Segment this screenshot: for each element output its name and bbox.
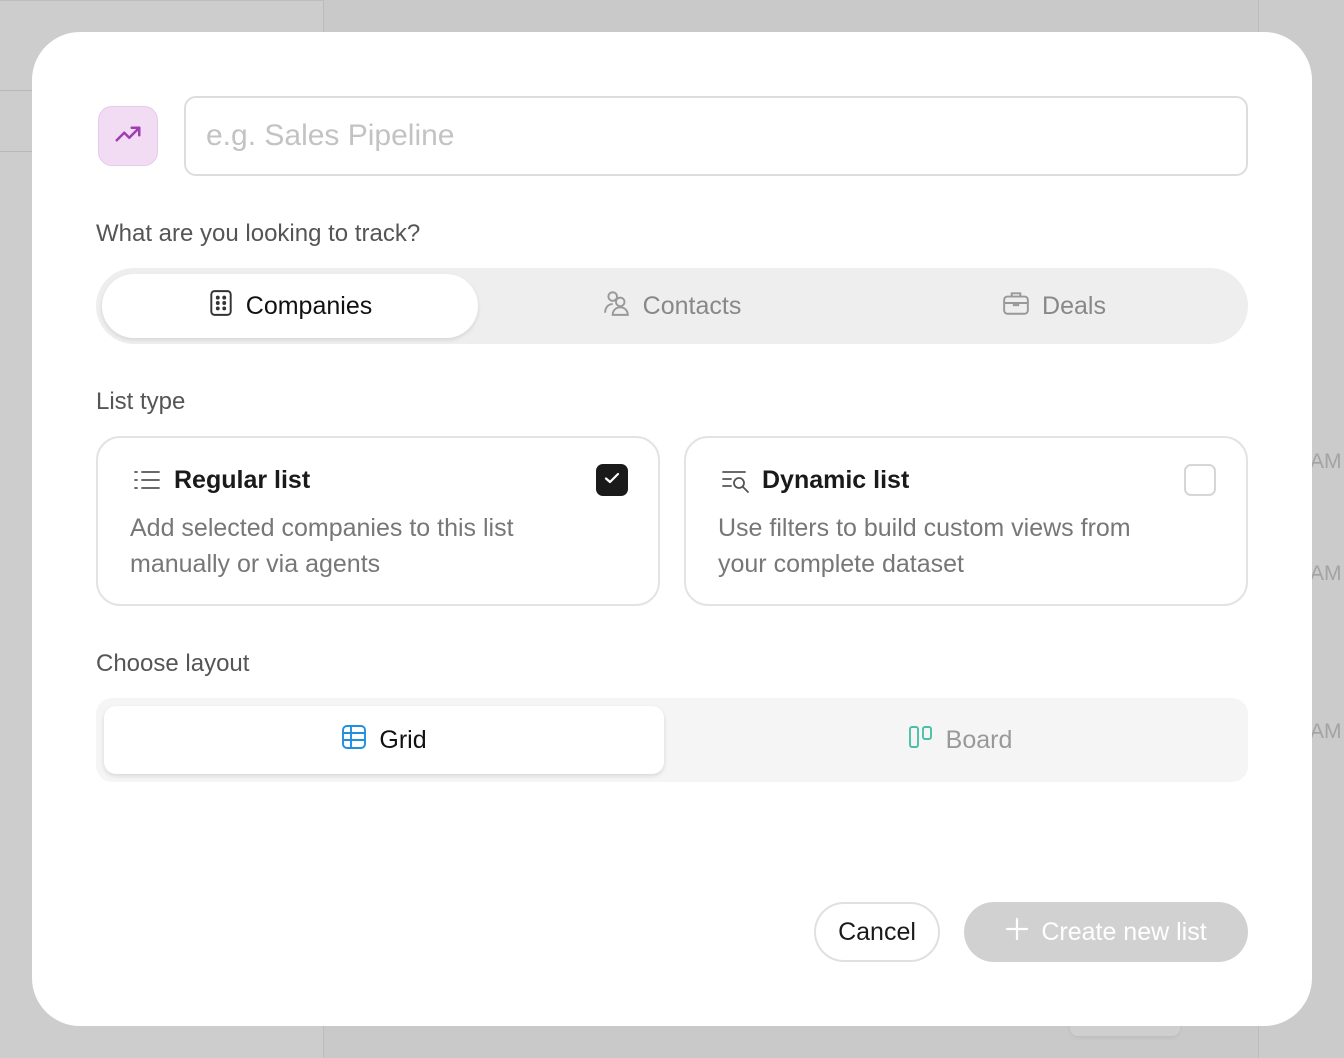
layout-section-label: Choose layout	[96, 650, 250, 677]
track-segmented-control: Companies Contacts Deals	[96, 268, 1248, 344]
trending-up-icon	[113, 119, 143, 154]
checkmark-icon	[603, 469, 621, 492]
building-icon	[208, 289, 234, 324]
list-type-description: Add selected companies to this list manu…	[130, 514, 514, 578]
cancel-button[interactable]: Cancel	[814, 902, 940, 962]
track-option-deals[interactable]: Deals	[866, 274, 1242, 338]
divider	[0, 0, 324, 1]
board-icon	[908, 725, 934, 756]
briefcase-icon	[1002, 289, 1030, 324]
filter-search-icon	[722, 468, 750, 499]
list-type-description: Use filters to build custom views from y…	[718, 514, 1131, 578]
create-list-label: Create new list	[1041, 917, 1207, 946]
list-type-section-label: List type	[96, 388, 186, 415]
layout-option-label: Grid	[379, 725, 427, 754]
track-option-contacts[interactable]: Contacts	[484, 274, 860, 338]
track-option-label: Contacts	[642, 291, 742, 320]
list-name-input[interactable]	[184, 96, 1248, 176]
create-list-dialog: What are you looking to track? Companies	[32, 32, 1312, 1026]
list-type-regular-card[interactable]: Regular list Add selected companies to t…	[96, 436, 660, 606]
track-section-label: What are you looking to track?	[96, 220, 421, 247]
layout-option-label: Board	[945, 725, 1013, 754]
list-type-title: Regular list	[174, 466, 311, 494]
layout-option-grid[interactable]: Grid	[104, 706, 664, 774]
plus-icon	[1005, 917, 1029, 948]
regular-list-checkbox[interactable]	[596, 464, 628, 496]
layout-option-board[interactable]: Board	[680, 706, 1240, 774]
track-option-label: Deals	[1042, 291, 1106, 320]
background-timestamp: AM	[1310, 720, 1342, 743]
layout-segmented-control: Grid Board	[96, 698, 1248, 782]
list-icon	[134, 468, 160, 497]
track-option-companies[interactable]: Companies	[102, 274, 478, 338]
dynamic-list-checkbox[interactable]	[1184, 464, 1216, 496]
track-option-label: Companies	[245, 291, 373, 320]
background-timestamp: AM	[1310, 450, 1342, 473]
grid-icon	[341, 724, 367, 757]
create-list-button[interactable]: Create new list	[964, 902, 1248, 962]
list-type-dynamic-card[interactable]: Dynamic list Use filters to build custom…	[684, 436, 1248, 606]
list-type-title: Dynamic list	[762, 466, 910, 494]
users-icon	[603, 289, 631, 324]
background-timestamp: AM	[1310, 562, 1342, 585]
list-icon-picker[interactable]	[98, 106, 158, 166]
